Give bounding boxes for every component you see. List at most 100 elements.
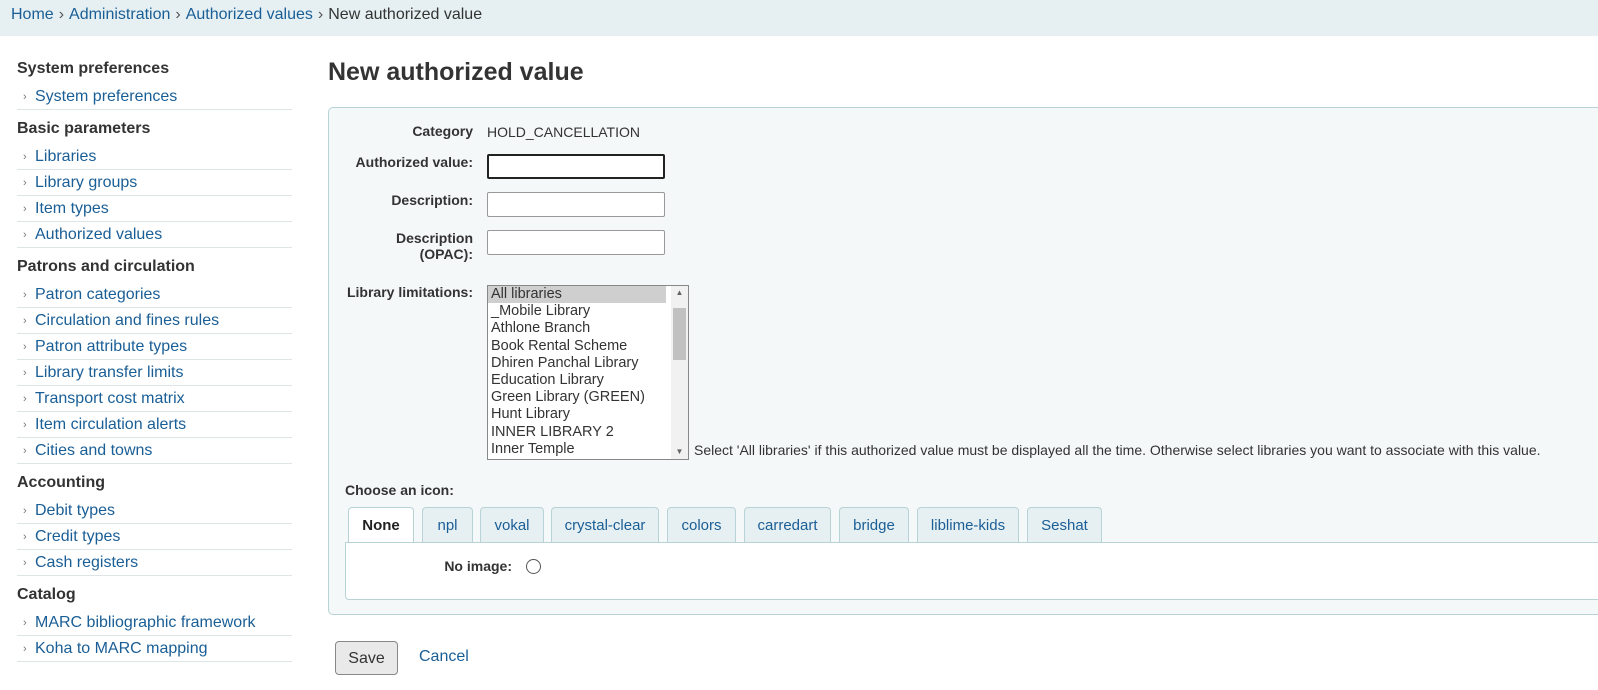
listbox-scrollbar[interactable]: ▲ ▼ [671,286,688,459]
sidebar-link[interactable]: Cash registers [35,554,138,571]
breadcrumb-bar: Home › Administration › Authorized values › Ne… [0,0,1598,36]
tab-none[interactable]: None [348,507,414,543]
library-option[interactable]: _Mobile Library [488,303,666,320]
sidebar-heading-accounting: Accounting [17,474,105,491]
chevron-right-icon: › [23,151,27,163]
tab-vokal[interactable]: vokal [480,507,544,542]
sidebar-link[interactable]: Koha to MARC mapping [35,640,208,657]
sidebar-item-item-circulation-alerts[interactable]: › Item circulation alerts [17,412,292,438]
sidebar-link[interactable]: Authorized values [35,226,162,243]
tab-colors[interactable]: colors [667,507,736,542]
breadcrumb-authorized-values-link[interactable]: Authorized values [186,6,313,23]
library-option[interactable]: Education Library [488,372,666,389]
description-label: Description: [391,192,473,208]
breadcrumb-separator: › [58,6,65,23]
choose-icon-label: Choose an icon: [345,482,454,498]
library-option[interactable]: INNER LIBRARY 2 [488,424,666,441]
chevron-right-icon: › [23,229,27,241]
sidebar-item-patron-categories[interactable]: › Patron categories [17,282,292,308]
sidebar-item-library-groups[interactable]: › Library groups [17,170,292,196]
sidebar-link[interactable]: Library transfer limits [35,364,183,381]
sidebar-link[interactable]: Credit types [35,528,120,545]
library-option[interactable]: Dhiren Panchal Library [488,355,666,372]
tab-seshat[interactable]: Seshat [1027,507,1102,542]
scroll-down-arrow-icon[interactable]: ▼ [671,445,688,459]
category-label: Category [412,123,473,139]
sidebar-item-system-preferences[interactable]: › System preferences [17,84,292,110]
sidebar-list-basic-parameters: › Libraries › Library groups › Item types ›… [17,144,292,248]
chevron-right-icon: › [23,445,27,457]
sidebar-item-cities-and-towns[interactable]: › Cities and towns [17,438,292,464]
description-opac-input[interactable] [487,230,665,255]
sidebar-item-cash-registers[interactable]: › Cash registers [17,550,292,576]
sidebar-link[interactable]: Item types [35,200,109,217]
sidebar-item-koha-to-marc-mapping[interactable]: › Koha to MARC mapping [17,636,292,662]
no-image-label: No image: [444,558,512,574]
sidebar-list-catalog: › MARC bibliographic framework › Koha to M… [17,610,292,662]
chevron-right-icon: › [23,505,27,517]
chevron-right-icon: › [23,203,27,215]
sidebar-item-circulation-and-fines-rules[interactable]: › Circulation and fines rules [17,308,292,334]
sidebar-link[interactable]: Debit types [35,502,115,519]
library-option[interactable]: All libraries [488,286,666,304]
breadcrumb-administration-link[interactable]: Administration [69,6,170,23]
sidebar-link[interactable]: Transport cost matrix [35,390,185,407]
chevron-right-icon: › [23,91,27,103]
chevron-right-icon: › [23,341,27,353]
sidebar-item-authorized-values[interactable]: › Authorized values [17,222,292,248]
sidebar-link[interactable]: Cities and towns [35,442,152,459]
sidebar-link[interactable]: System preferences [35,88,177,105]
description-input[interactable] [487,192,665,217]
library-option[interactable]: Hunt Library [488,406,666,423]
sidebar-link[interactable]: MARC bibliographic framework [35,614,256,631]
scrollbar-thumb[interactable] [673,308,686,360]
no-image-radio[interactable] [526,559,541,574]
sidebar-heading-patrons-and-circulation: Patrons and circulation [17,258,195,275]
page-title: New authorized value [328,58,584,86]
chevron-right-icon: › [23,531,27,543]
tab-crystal-clear[interactable]: crystal-clear [551,507,659,542]
library-option[interactable]: Book Rental Scheme [488,338,666,355]
tab-npl[interactable]: npl [422,507,473,542]
authorized-value-form: Category HOLD_CANCELLATION Authorized va… [328,107,1598,615]
sidebar-item-libraries[interactable]: › Libraries [17,144,292,170]
description-opac-label-line-1: Description [395,230,473,246]
chevron-right-icon: › [23,315,27,327]
breadcrumb-current: New authorized value [328,6,483,23]
tab-carredart[interactable]: carredart [744,507,831,542]
sidebar-item-debit-types[interactable]: › Debit types [17,498,292,524]
library-option[interactable]: Green Library (GREEN) [488,389,666,406]
library-option[interactable]: Inner Temple [488,441,666,458]
sidebar-link[interactable]: Circulation and fines rules [35,312,219,329]
chevron-right-icon: › [23,367,27,379]
sidebar-item-credit-types[interactable]: › Credit types [17,524,292,550]
sidebar-item-library-transfer-limits[interactable]: › Library transfer limits [17,360,292,386]
authorized-value-input[interactable] [487,154,665,179]
sidebar-item-item-types[interactable]: › Item types [17,196,292,222]
chevron-right-icon: › [23,557,27,569]
save-button[interactable]: Save [335,641,398,675]
cancel-link[interactable]: Cancel [419,648,469,666]
chevron-right-icon: › [23,289,27,301]
tab-bridge[interactable]: bridge [839,507,909,542]
admin-sidebar: System preferences › System preferences B… [17,58,292,670]
sidebar-link[interactable]: Patron categories [35,286,160,303]
scroll-up-arrow-icon[interactable]: ▲ [671,286,688,300]
sidebar-heading-catalog: Catalog [17,586,76,603]
sidebar-link[interactable]: Item circulation alerts [35,416,186,433]
sidebar-heading-system-preferences: System preferences [17,60,170,77]
sidebar-link[interactable]: Patron attribute types [35,338,187,355]
library-option[interactable]: Athlone Branch [488,320,666,337]
sidebar-list-accounting: › Debit types › Credit types › Cash registe… [17,498,292,576]
sidebar-item-transport-cost-matrix[interactable]: › Transport cost matrix [17,386,292,412]
sidebar-list-system-preferences: › System preferences [17,84,292,110]
sidebar-link[interactable]: Library groups [35,174,137,191]
breadcrumb-home-link[interactable]: Home [11,6,54,23]
sidebar-item-patron-attribute-types[interactable]: › Patron attribute types [17,334,292,360]
tab-liblime-kids[interactable]: liblime-kids [917,507,1019,542]
sidebar-link[interactable]: Libraries [35,148,96,165]
category-value: HOLD_CANCELLATION [487,124,641,140]
sidebar-heading-basic-parameters: Basic parameters [17,120,151,137]
library-limitations-select[interactable]: All libraries _Mobile Library Athlone Br… [487,285,689,460]
sidebar-item-marc-bibliographic-framework[interactable]: › MARC bibliographic framework [17,610,292,636]
